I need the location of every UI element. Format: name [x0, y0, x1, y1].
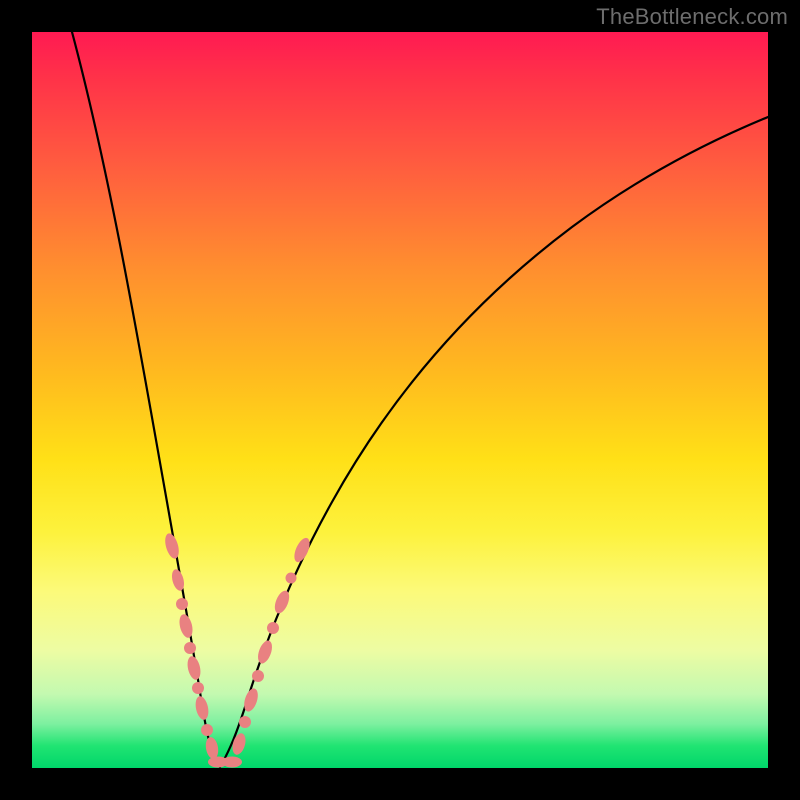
- chart-frame: TheBottleneck.com: [0, 0, 800, 800]
- highlight-markers-bottom: [208, 757, 242, 768]
- highlight-markers-right: [230, 536, 313, 757]
- chart-svg: [32, 32, 768, 768]
- watermark-text: TheBottleneck.com: [596, 4, 788, 30]
- curve-left-branch: [72, 32, 220, 767]
- highlight-markers-left: [163, 532, 220, 760]
- curve-right-branch: [220, 117, 768, 767]
- plot-area: [32, 32, 768, 768]
